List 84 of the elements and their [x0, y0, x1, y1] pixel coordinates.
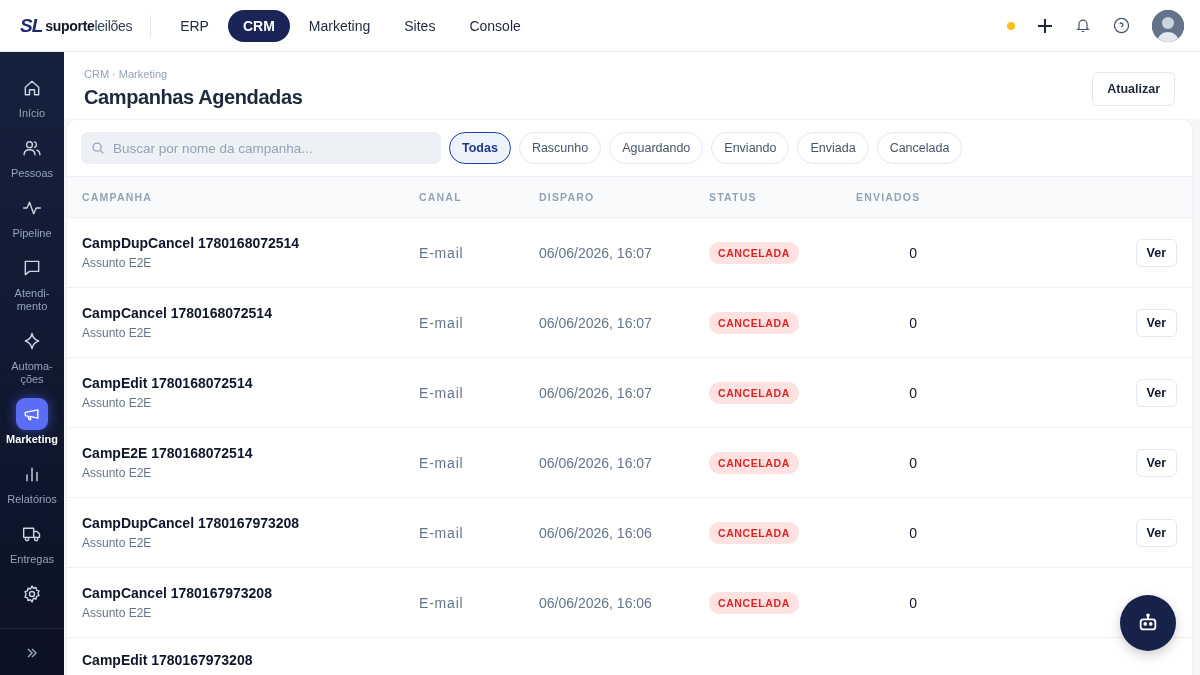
- status-badge: CANCELADA: [709, 241, 799, 264]
- column-header: ENVIADOS: [856, 191, 917, 203]
- channel-cell: E-mail: [419, 454, 464, 471]
- avatar[interactable]: [1152, 9, 1184, 42]
- filter-chip[interactable]: Rascunho: [518, 132, 602, 164]
- status-badge: CANCELADA: [709, 381, 799, 404]
- help-icon[interactable]: [1113, 17, 1130, 34]
- nav-tab[interactable]: Marketing: [293, 9, 386, 42]
- campaign-subject: Assunto E2E: [82, 396, 153, 410]
- status-badge: CANCELADA: [709, 521, 799, 544]
- brand-name: suporteleilões: [45, 17, 133, 34]
- status-badge: CANCELADA: [709, 451, 799, 474]
- sent-count: 0: [909, 454, 917, 471]
- filter-chip[interactable]: Cancelada: [876, 132, 963, 164]
- search-field[interactable]: Buscar por nome da campanha...: [81, 132, 441, 164]
- view-button[interactable]: Ver: [1135, 238, 1177, 267]
- pulse-icon: [22, 198, 42, 218]
- schedule-cell: 06/06/2026, 16:07: [539, 384, 652, 401]
- plus-icon[interactable]: [1037, 17, 1053, 34]
- campaign-subject: Assunto E2E: [82, 326, 153, 340]
- brand-logo: SL: [20, 14, 43, 37]
- expand-icon[interactable]: [26, 647, 38, 659]
- filter-chip[interactable]: Enviando: [711, 132, 790, 164]
- page-title: Campanhas Agendadas: [84, 86, 303, 109]
- campaign-subject: Assunto E2E: [82, 536, 153, 550]
- sidebar-item[interactable]: Pipeline: [0, 186, 64, 246]
- sidebar-item[interactable]: Início: [0, 66, 64, 126]
- nav-tab[interactable]: CRM: [227, 9, 290, 42]
- sparkle-icon: [22, 331, 42, 351]
- view-button[interactable]: Ver: [1135, 308, 1177, 337]
- bell-icon[interactable]: [1075, 17, 1091, 34]
- column-header: DISPARO: [539, 191, 596, 203]
- sidebar-item[interactable]: Automa-ções: [0, 319, 64, 392]
- view-button[interactable]: Ver: [1135, 518, 1177, 547]
- campaign-name: CampDupCancel 1780167973208: [82, 515, 301, 531]
- column-header: CAMPANHA: [82, 191, 154, 203]
- campaign-name: CampEdit 1780168072514: [82, 375, 254, 391]
- campaign-name: CampE2E 1780168072514: [82, 445, 254, 461]
- people-icon: [22, 138, 42, 158]
- schedule-cell: 06/06/2026, 16:07: [539, 244, 652, 261]
- sidebar-item[interactable]: Marketing: [0, 392, 64, 452]
- schedule-cell: 06/06/2026, 16:06: [539, 524, 652, 541]
- sent-count: 0: [909, 314, 917, 331]
- settings-icon: [22, 584, 42, 604]
- nav-tab[interactable]: Console: [454, 9, 536, 42]
- campaign-subject: Assunto E2E: [82, 256, 153, 270]
- sidebar-item[interactable]: Atendi-mento: [0, 246, 64, 319]
- campaign-name: CampCancel 1780167973208: [82, 585, 273, 601]
- campaign-name: CampCancel 1780168072514: [82, 305, 273, 321]
- sent-count: 0: [909, 384, 917, 401]
- home-icon: [22, 78, 42, 98]
- campaign-name: CampDupCancel 1780168072514: [82, 235, 301, 251]
- status-badge: CANCELADA: [709, 311, 799, 334]
- nav-tab[interactable]: ERP: [165, 9, 224, 42]
- campaign-subject: Assunto E2E: [82, 466, 153, 480]
- view-button[interactable]: Ver: [1135, 448, 1177, 477]
- breadcrumb: CRM · Marketing: [84, 68, 169, 80]
- campaign-name: CampEdit 1780167973208: [82, 652, 254, 668]
- channel-cell: E-mail: [419, 384, 464, 401]
- channel-cell: E-mail: [419, 244, 464, 261]
- schedule-cell: 06/06/2026, 16:06: [539, 594, 652, 611]
- campaign-subject: Assunto E2E: [82, 606, 153, 620]
- column-header: CANAL: [419, 191, 463, 203]
- nav-tab[interactable]: Sites: [389, 9, 451, 42]
- sidebar-item[interactable]: Relatórios: [0, 452, 64, 512]
- refresh-button[interactable]: Atualizar: [1092, 72, 1175, 106]
- channel-cell: E-mail: [419, 524, 464, 541]
- sent-count: 0: [909, 244, 917, 261]
- truck-icon: [22, 524, 42, 544]
- sidebar-item[interactable]: Pessoas: [0, 126, 64, 186]
- sidebar-item[interactable]: Entregas: [0, 512, 64, 572]
- sent-count: 0: [909, 594, 917, 611]
- schedule-cell: 06/06/2026, 16:07: [539, 314, 652, 331]
- status-badge: CANCELADA: [709, 591, 799, 614]
- channel-cell: E-mail: [419, 314, 464, 331]
- chat-icon: [22, 258, 42, 278]
- schedule-cell: 06/06/2026, 16:07: [539, 454, 652, 471]
- filter-chip[interactable]: Enviada: [797, 132, 869, 164]
- sent-count: 0: [909, 524, 917, 541]
- filter-chip[interactable]: Todas: [449, 132, 511, 164]
- filter-chip[interactable]: Aguardando: [609, 132, 704, 164]
- column-header: STATUS: [709, 191, 758, 203]
- channel-cell: E-mail: [419, 594, 464, 611]
- view-button[interactable]: Ver: [1135, 378, 1177, 407]
